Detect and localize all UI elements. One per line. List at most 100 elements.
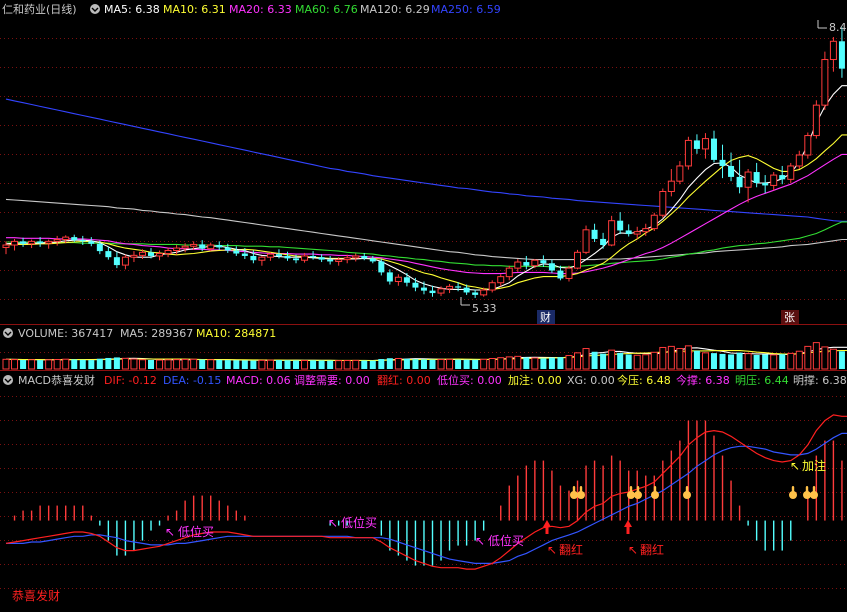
volume-bar-down: [600, 353, 607, 369]
macd-header: MACD恭喜发财 DIF: -0.12 DEA: -0.15 MACD: 0.0…: [3, 373, 847, 387]
volume-bar-up: [650, 351, 658, 370]
volume-value: VOLUME: 367417: [18, 327, 113, 340]
candle-body-down: [455, 286, 462, 288]
volume-bar-down: [361, 360, 368, 369]
hand-finger: [579, 486, 583, 493]
volume-bar-up: [787, 352, 795, 370]
candle-body-up: [650, 214, 658, 230]
candle-body-down: [37, 241, 44, 244]
volume-bar-down: [728, 354, 735, 369]
macd-jinya: 今压: 6.48: [617, 373, 671, 387]
volume-bar-up: [480, 358, 488, 370]
candle-body-down: [224, 247, 231, 251]
candle-body-up: [488, 282, 496, 291]
volume-bar-up: [437, 359, 445, 370]
volume-bar-down: [37, 360, 44, 369]
candle-body-down: [275, 254, 282, 256]
candle-body-down: [719, 159, 726, 166]
volume-bar-down: [403, 358, 410, 369]
candle-body-up: [207, 244, 215, 250]
candle-body-up: [505, 267, 513, 278]
candle-body-down: [20, 241, 27, 244]
volume-bar-down: [420, 359, 427, 369]
volume-bar-down: [838, 351, 845, 369]
cai-badge[interactable]: 财: [537, 310, 555, 324]
volume-bar-up: [531, 357, 539, 370]
volume-bar-up: [744, 353, 752, 370]
hand-finger: [685, 486, 689, 493]
volume-bar-up: [301, 359, 309, 370]
macd-toggle-icon[interactable]: [3, 375, 13, 385]
volume-bar-down: [753, 355, 760, 369]
candle-body-up: [343, 257, 351, 261]
candle-body-down: [284, 255, 291, 259]
volume-bar-up: [45, 359, 53, 370]
candle-body-down: [753, 172, 760, 183]
volume-bar-up: [207, 359, 215, 370]
svg-text:加注: 加注: [802, 458, 826, 473]
candle-body-up: [795, 154, 803, 167]
candle-body-up: [633, 231, 641, 235]
kline-chart[interactable]: 仁和药业(日线) MA5: 6.38 MA10: 6.31 MA20: 6.33…: [0, 0, 847, 612]
macd-tiaozheng: 调整需要: 0.00: [294, 373, 370, 387]
volume-bar-up: [659, 346, 667, 370]
hand-finger: [653, 486, 657, 493]
chart-title: 仁和药业(日线): [2, 2, 77, 16]
candle-body-up: [394, 276, 402, 283]
candle-body-up: [138, 251, 146, 256]
volume-ma10: MA10: 284871: [196, 327, 276, 340]
volume-bar-up: [352, 359, 360, 370]
volume-header: VOLUME: 367417 MA5: 289367 MA10: 284871: [3, 327, 276, 340]
candle-body-down: [420, 287, 427, 291]
legend-ma60: MA60: 6.76: [295, 3, 358, 16]
volume-bar-down: [96, 358, 103, 369]
zhang-badge[interactable]: 张: [781, 310, 799, 324]
volume-bar-down: [548, 357, 555, 369]
candle-body-down: [412, 282, 419, 288]
volume-bar-up: [335, 360, 343, 370]
hand-finger: [636, 486, 640, 493]
svg-text:翻红: 翻红: [559, 542, 583, 557]
candle-body-up: [2, 244, 10, 248]
volume-bar-down: [779, 354, 786, 369]
volume-bar-down: [412, 359, 419, 369]
candle-body-up: [62, 236, 70, 241]
candle-body-up: [181, 245, 189, 249]
candle-body-down: [241, 253, 248, 256]
candle-body-up: [642, 228, 650, 233]
volume-bar-up: [11, 359, 19, 370]
candle-body-up: [804, 135, 812, 156]
candle-body-up: [301, 255, 309, 261]
volume-bar-down: [540, 358, 547, 369]
candle-body-up: [121, 256, 129, 266]
volume-bar-down: [429, 359, 436, 369]
volume-bar-up: [62, 358, 70, 370]
legend-toggle-icon[interactable]: [90, 4, 100, 14]
jiazhu-signal: ↖ 加注: [790, 458, 826, 473]
candle-body-up: [812, 104, 820, 137]
volume-ma5: MA5: 289367: [120, 327, 193, 340]
candle-body-down: [548, 263, 555, 271]
volume-bar-down: [523, 357, 530, 369]
candle-body-up: [258, 256, 266, 261]
volume-bar-down: [310, 360, 317, 369]
candle-body-up: [130, 254, 138, 258]
legend-ma5: MA5: 6.38: [104, 3, 160, 16]
volume-bar-up: [164, 359, 172, 370]
legend-ma20: MA20: 6.33: [229, 3, 292, 16]
volume-bar-up: [821, 346, 829, 370]
candle-body-down: [293, 258, 300, 261]
volume-bar-up: [394, 358, 402, 370]
volume-bar-up: [565, 355, 573, 370]
volume-bar-down: [378, 359, 385, 369]
candle-body-up: [156, 253, 164, 257]
candle-body-up: [190, 243, 198, 247]
volume-bar-down: [369, 360, 376, 369]
candle-body-down: [625, 230, 632, 235]
candle-body-up: [565, 267, 573, 279]
candle-body-down: [779, 175, 786, 180]
volume-bar-up: [829, 348, 837, 370]
candle-body-down: [105, 251, 112, 258]
candle-body-up: [582, 229, 590, 253]
volume-toggle-icon[interactable]: [3, 328, 13, 338]
